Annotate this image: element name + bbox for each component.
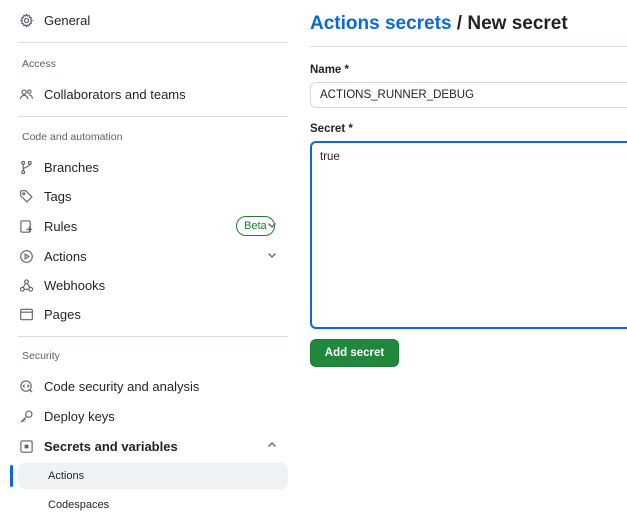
sidebar-divider [18, 116, 288, 117]
chevron-down-icon[interactable] [266, 249, 280, 263]
secret-name-input[interactable] [310, 82, 627, 108]
new-secret-form: Actions secrets / New secret Name * Secr… [310, 0, 627, 516]
breadcrumb-current: New secret [467, 13, 568, 34]
sidebar-item-label: Collaborators and teams [44, 86, 186, 102]
section-label-security: Security [22, 350, 60, 362]
sidebar-item-webhooks[interactable]: Webhooks [18, 273, 288, 297]
sidebar-item-branches[interactable]: Branches [18, 155, 288, 179]
sidebar-item-label: Tags [44, 188, 72, 204]
name-label: Name * [310, 64, 349, 76]
breadcrumb-separator: / [451, 13, 468, 34]
sidebar-item-deploy-keys[interactable]: Deploy keys [18, 404, 288, 428]
sidebar-item-rules[interactable]: Rules Beta [18, 214, 288, 238]
sidebar-item-actions[interactable]: Actions [18, 244, 288, 268]
sidebar-subitem-actions[interactable]: Actions [18, 463, 288, 489]
section-label-code: Code and automation [22, 131, 123, 143]
sidebar-item-label: General [44, 12, 91, 28]
sidebar-item-secrets-variables[interactable]: Secrets and variables [18, 434, 288, 458]
chevron-up-icon[interactable] [266, 439, 280, 453]
section-label-access: Access [22, 58, 56, 70]
sidebar-item-code-security[interactable]: Code security and analysis [18, 374, 288, 398]
add-secret-button[interactable]: Add secret [310, 339, 399, 367]
play-circle-icon [18, 248, 34, 264]
active-indicator [10, 465, 13, 487]
sidebar-item-label: Deploy keys [44, 408, 115, 424]
sidebar-item-label: Pages [44, 306, 81, 322]
sidebar-item-general[interactable]: General [18, 8, 288, 32]
secret-label: Secret * [310, 123, 353, 135]
title-divider [310, 46, 627, 47]
sidebar-item-label: Branches [44, 159, 99, 175]
sidebar-item-label: Webhooks [44, 277, 106, 293]
sidebar-subitem-codespaces[interactable]: Codespaces [18, 492, 288, 516]
sidebar-item-label: Actions [44, 248, 87, 264]
sidebar-item-collaborators[interactable]: Collaborators and teams [18, 82, 288, 106]
breadcrumb-actions-secrets-link[interactable]: Actions secrets [310, 13, 452, 34]
branch-icon [18, 159, 34, 175]
rules-icon [18, 218, 34, 234]
sidebar-item-label: Rules [44, 218, 78, 234]
chevron-down-icon[interactable] [266, 219, 280, 233]
secret-value-textarea[interactable]: true [310, 141, 627, 329]
gear-icon [18, 12, 34, 28]
page-title: Actions secrets / New secret [310, 13, 568, 35]
codescan-icon [18, 378, 34, 394]
sidebar-item-pages[interactable]: Pages [18, 302, 288, 326]
browser-icon [18, 306, 34, 322]
sidebar-divider [18, 42, 288, 43]
settings-sidebar: General Access Collaborators and teams C… [0, 0, 290, 516]
sidebar-item-label: Code security and analysis [44, 378, 200, 394]
sidebar-divider [18, 336, 288, 337]
sidebar-item-label: Secrets and variables [44, 438, 178, 454]
tag-icon [18, 188, 34, 204]
key-icon [18, 408, 34, 424]
settings-page: General Access Collaborators and teams C… [0, 0, 627, 516]
people-icon [18, 86, 34, 102]
webhook-icon [18, 277, 34, 293]
asterisk-box-icon [18, 438, 34, 454]
sidebar-item-tags[interactable]: Tags [18, 184, 288, 208]
